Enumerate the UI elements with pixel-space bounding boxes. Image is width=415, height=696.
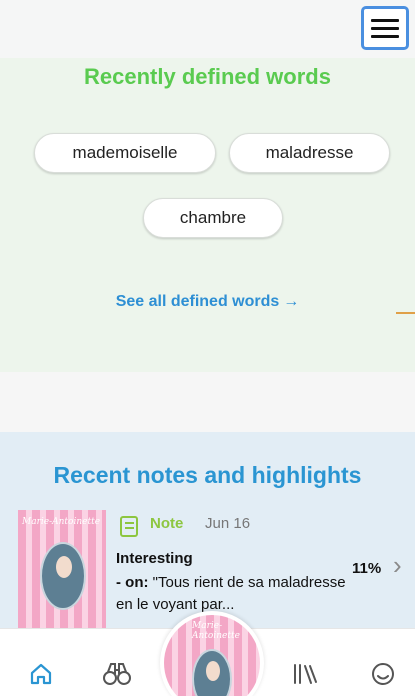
top-bar	[0, 0, 415, 58]
menu-line	[371, 26, 399, 30]
see-all-label: See all defined words	[115, 293, 280, 310]
reading-progress: 11%	[352, 560, 382, 577]
book-cover-title: Marie-Antoinette	[192, 621, 240, 641]
note-heading: Interesting	[116, 550, 193, 567]
note-quote: "Tous rient de sa maladresse en le voyan…	[116, 574, 346, 613]
menu-line	[371, 18, 399, 22]
book-cover: Marie-Antoinette	[164, 615, 260, 696]
book-cover-thumbnail: Marie-Antoinette	[18, 510, 106, 628]
scroll-indicator	[396, 312, 415, 314]
hamburger-menu-icon[interactable]	[361, 6, 409, 50]
see-all-defined-words-link[interactable]: See all defined words →	[0, 293, 415, 311]
word-chip-chambre[interactable]: chambre	[143, 198, 283, 238]
smiley-icon[interactable]	[368, 659, 398, 689]
bottom-navigation: Marie-Antoinette	[0, 611, 415, 696]
section-title: Recent notes and highlights	[53, 462, 362, 488]
word-chip-maladresse[interactable]: maladresse	[229, 133, 390, 173]
menu-line	[371, 34, 399, 38]
note-icon	[120, 516, 138, 537]
word-chip-mademoiselle[interactable]: mademoiselle	[34, 133, 216, 173]
book-cover-title: Marie-Antoinette	[22, 517, 101, 527]
recent-notes-section: Recent notes and highlights Marie-Antoin…	[0, 432, 415, 628]
recently-defined-words-section: Recently defined words mademoiselle mala…	[0, 58, 415, 372]
note-date: Jun 16	[205, 515, 251, 532]
library-icon[interactable]	[290, 659, 320, 689]
note-snippet: - on: "Tous rient de sa maladresse en le…	[116, 572, 352, 616]
note-type-label: Note	[150, 515, 184, 532]
section-title: Recently defined words	[84, 64, 331, 89]
cover-portrait	[192, 649, 232, 696]
cover-portrait	[40, 542, 86, 610]
binoculars-icon[interactable]	[102, 659, 132, 689]
section-spacer	[0, 372, 415, 432]
chevron-right-icon[interactable]: ›	[393, 550, 402, 581]
home-icon[interactable]	[26, 659, 56, 689]
arrow-right-icon: →	[283, 293, 300, 310]
on-label: - on:	[116, 574, 149, 591]
